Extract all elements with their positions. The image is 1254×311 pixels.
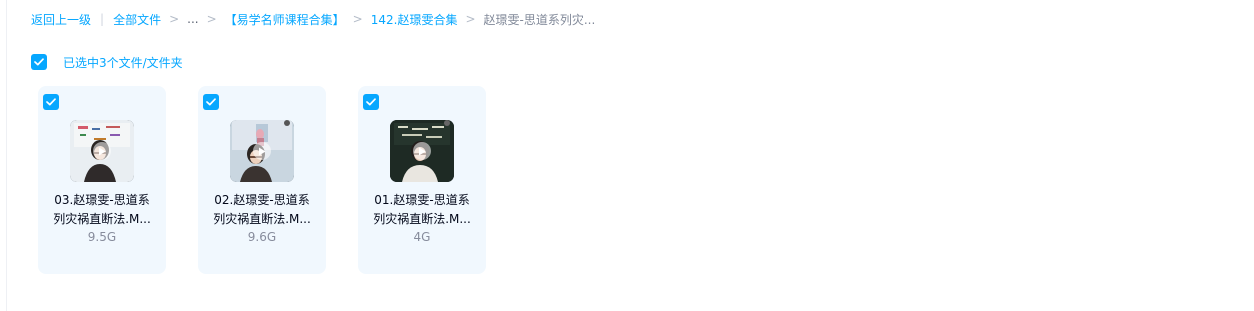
file-size: 9.5G	[87, 230, 117, 244]
file-card[interactable]: 01.赵璟雯-思道系 列灾祸直断法.M... 4G	[358, 86, 486, 274]
file-name-line1: 02.赵璟雯-思道系	[214, 193, 310, 207]
play-icon	[253, 142, 271, 160]
file-checkbox[interactable]	[203, 94, 219, 110]
file-card[interactable]: 02.赵璟雯-思道系 列灾祸直断法.M... 9.6G	[198, 86, 326, 274]
video-thumbnail	[390, 120, 454, 182]
file-name-line2: 列灾祸直断法.M...	[53, 212, 151, 226]
breadcrumb-ellipsis[interactable]: ...	[187, 12, 198, 26]
file-name-line1: 01.赵璟雯-思道系	[374, 193, 470, 207]
breadcrumb-current: 赵璟雯-思道系列灾...	[483, 12, 596, 27]
chevron-right-icon: >	[465, 12, 476, 26]
checkmark-icon	[366, 98, 376, 106]
breadcrumb-folder-collection[interactable]: 【易学名师课程合集】	[225, 11, 345, 28]
video-thumbnail	[230, 120, 294, 182]
file-checkbox[interactable]	[43, 94, 59, 110]
file-grid: 03.赵璟雯-思道系 列灾祸直断法.M... 9.5G 02.赵璟雯-思道系 列…	[38, 86, 518, 274]
breadcrumb-all-files[interactable]: 全部文件	[113, 11, 161, 28]
video-thumbnail	[70, 120, 134, 182]
file-size: 4G	[413, 230, 431, 244]
breadcrumb: 返回上一级 | 全部文件 > ... > 【易学名师课程合集】 > 142.赵璟…	[31, 9, 595, 29]
chevron-right-icon: >	[352, 12, 363, 26]
breadcrumb-back-link[interactable]: 返回上一级	[31, 11, 91, 28]
checkmark-icon	[46, 98, 56, 106]
chevron-right-icon: >	[169, 12, 180, 26]
file-name: 01.赵璟雯-思道系 列灾祸直断法.M...	[368, 191, 476, 229]
breadcrumb-folder-142[interactable]: 142.赵璟雯合集	[371, 11, 458, 28]
select-all-checkbox[interactable]	[31, 54, 47, 70]
play-icon	[413, 142, 431, 160]
selection-bar: 已选中3个文件/文件夹	[31, 53, 183, 71]
play-icon	[93, 142, 111, 160]
file-size: 9.6G	[247, 230, 277, 244]
breadcrumb-divider: |	[100, 12, 105, 26]
file-name-line2: 列灾祸直断法.M...	[213, 212, 311, 226]
checkmark-icon	[206, 98, 216, 106]
checkmark-icon	[34, 58, 44, 66]
file-card[interactable]: 03.赵璟雯-思道系 列灾祸直断法.M... 9.5G	[38, 86, 166, 274]
left-divider	[6, 0, 7, 311]
file-checkbox[interactable]	[363, 94, 379, 110]
file-name: 02.赵璟雯-思道系 列灾祸直断法.M...	[208, 191, 316, 229]
selection-count-label: 已选中3个文件/文件夹	[63, 55, 183, 70]
file-name: 03.赵璟雯-思道系 列灾祸直断法.M...	[48, 191, 156, 229]
file-name-line2: 列灾祸直断法.M...	[373, 212, 471, 226]
chevron-right-icon: >	[206, 12, 217, 26]
file-name-line1: 03.赵璟雯-思道系	[54, 193, 150, 207]
